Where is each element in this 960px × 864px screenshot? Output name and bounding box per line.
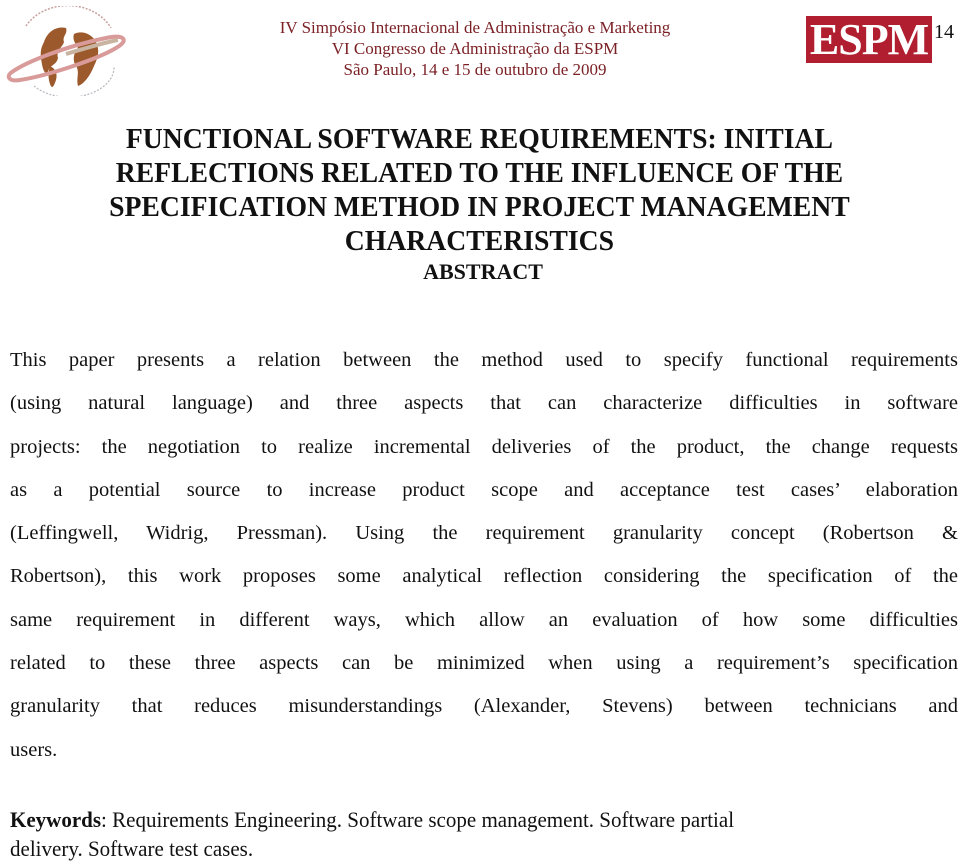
abstract-line: Robertson), this work proposes some anal… xyxy=(10,565,958,588)
abstract-line: This paper presents a relation between t… xyxy=(10,349,958,371)
conference-date-location: São Paulo, 14 e 15 de outubro de 2009 xyxy=(343,60,607,79)
abstract-heading: ABSTRACT xyxy=(423,259,543,284)
keywords-label: Keywords xyxy=(10,807,102,832)
keywords: Keywords: Requirements Engineering. Soft… xyxy=(10,805,908,863)
espm-logo: ESPM xyxy=(806,16,932,63)
conference-info: IV Simpósio Internacional de Administraç… xyxy=(230,17,720,80)
globe-ring-logo-icon xyxy=(6,4,128,98)
paper-title: FUNCTIONAL SOFTWARE REQUIREMENTS: INITIA… xyxy=(0,122,959,258)
abstract-line: related to these three aspects can be mi… xyxy=(10,652,958,675)
title-line: REFLECTIONS RELATED TO THE INFLUENCE OF … xyxy=(115,157,844,189)
title-line: SPECIFICATION METHOD IN PROJECT MANAGEME… xyxy=(109,191,850,223)
congress-name: VI Congresso de Administração da ESPM xyxy=(331,39,619,58)
abstract-line: projects: the negotiation to realize inc… xyxy=(10,435,958,458)
abstract-line: granularity that reduces misunderstandin… xyxy=(10,695,958,718)
title-line: CHARACTERISTICS xyxy=(344,225,615,257)
abstract-line: (Leffingwell, Widrig, Pressman). Using t… xyxy=(10,522,958,545)
conference-name: IV Simpósio Internacional de Administraç… xyxy=(279,18,671,37)
keywords-line-1: Keywords: Requirements Engineering. Soft… xyxy=(10,805,908,834)
abstract-body: This paper presents a relation between t… xyxy=(10,339,958,772)
page-number: 14 xyxy=(934,21,954,43)
title-line: FUNCTIONAL SOFTWARE REQUIREMENTS: INITIA… xyxy=(125,123,833,155)
abstract-line: users. xyxy=(10,738,58,761)
page-header: IV Simpósio Internacional de Administraç… xyxy=(0,0,960,100)
keywords-text: : Requirements Engineering. Software sco… xyxy=(101,807,735,832)
abstract-line: (using natural language) and three aspec… xyxy=(10,392,958,415)
abstract-line: same requirement in different ways, whic… xyxy=(10,608,958,631)
keywords-line-2: delivery. Software test cases. xyxy=(10,836,254,861)
abstract-line: as a potential source to increase produc… xyxy=(10,478,958,501)
